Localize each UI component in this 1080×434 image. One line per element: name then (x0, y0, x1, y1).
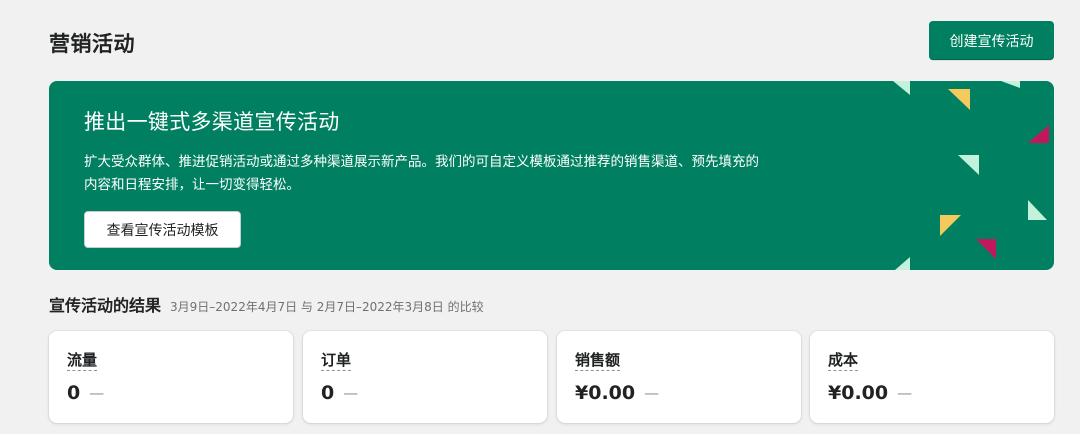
metric-label[interactable]: 流量 (67, 351, 98, 371)
metric-card-cost: 成本 ¥0.00 — (810, 331, 1054, 423)
triangle-mint (893, 81, 910, 95)
metric-label[interactable]: 订单 (321, 351, 352, 371)
banner-description-line: 扩大受众群体、推进促销活动或通过多种渠道展示新产品。我们的可自定义模板通过推荐的… (84, 154, 759, 170)
triangle-yellow (940, 215, 961, 236)
create-campaign-button[interactable]: 创建宣传活动 (929, 21, 1054, 60)
triangle-mint (958, 155, 979, 175)
banner-description: 扩大受众群体、推进促销活动或通过多种渠道展示新产品。我们的可自定义模板通过推荐的… (84, 151, 864, 197)
metric-value: 0 (67, 382, 81, 404)
metric-label[interactable]: 成本 (828, 351, 859, 371)
triangle-mint (1028, 200, 1047, 220)
banner-description-line: 内容和日程安排，让一切变得轻松。 (84, 177, 300, 193)
metric-card-orders: 订单 0 — (303, 331, 547, 423)
metric-delta: — (343, 384, 359, 402)
date-range-text: 3月9日–2022年4月7日 与 2月7日–2022年3月8日 的比较 (170, 300, 484, 314)
metric-row: 0 — (67, 382, 104, 404)
triangle-yellow (948, 89, 970, 110)
triangle-red (976, 239, 996, 259)
marketing-page: 营销活动 创建宣传活动 推出一键式多渠道宣传活动 扩大受众群体、推进促销活动或通… (0, 0, 1080, 434)
metric-value: 0 (321, 382, 335, 404)
metric-row: 0 — (321, 382, 358, 404)
metric-delta: — (89, 384, 105, 402)
page-title: 营销活动 (49, 32, 135, 56)
triangle-red (1028, 125, 1049, 143)
banner-title: 推出一键式多渠道宣传活动 (84, 110, 340, 134)
metric-value: ¥0.00 (828, 382, 889, 404)
results-title: 宣传活动的结果 (49, 296, 162, 315)
metric-card-sales: 销售额 ¥0.00 — (557, 331, 801, 423)
metric-value: ¥0.00 (575, 382, 636, 404)
view-templates-button[interactable]: 查看宣传活动模板 (84, 211, 241, 248)
metric-row: ¥0.00 — (828, 382, 912, 404)
metric-card-traffic: 流量 0 — (49, 331, 293, 423)
triangle-mint (895, 257, 910, 270)
metric-label[interactable]: 销售额 (575, 351, 621, 371)
metric-delta: — (644, 384, 660, 402)
metric-delta: — (897, 384, 913, 402)
campaign-banner: 推出一键式多渠道宣传活动 扩大受众群体、推进促销活动或通过多种渠道展示新产品。我… (49, 81, 1054, 270)
results-heading: 宣传活动的结果 3月9日–2022年4月7日 与 2月7日–2022年3月8日 … (49, 292, 484, 316)
triangle-mint (1001, 81, 1020, 88)
metric-row: ¥0.00 — (575, 382, 659, 404)
